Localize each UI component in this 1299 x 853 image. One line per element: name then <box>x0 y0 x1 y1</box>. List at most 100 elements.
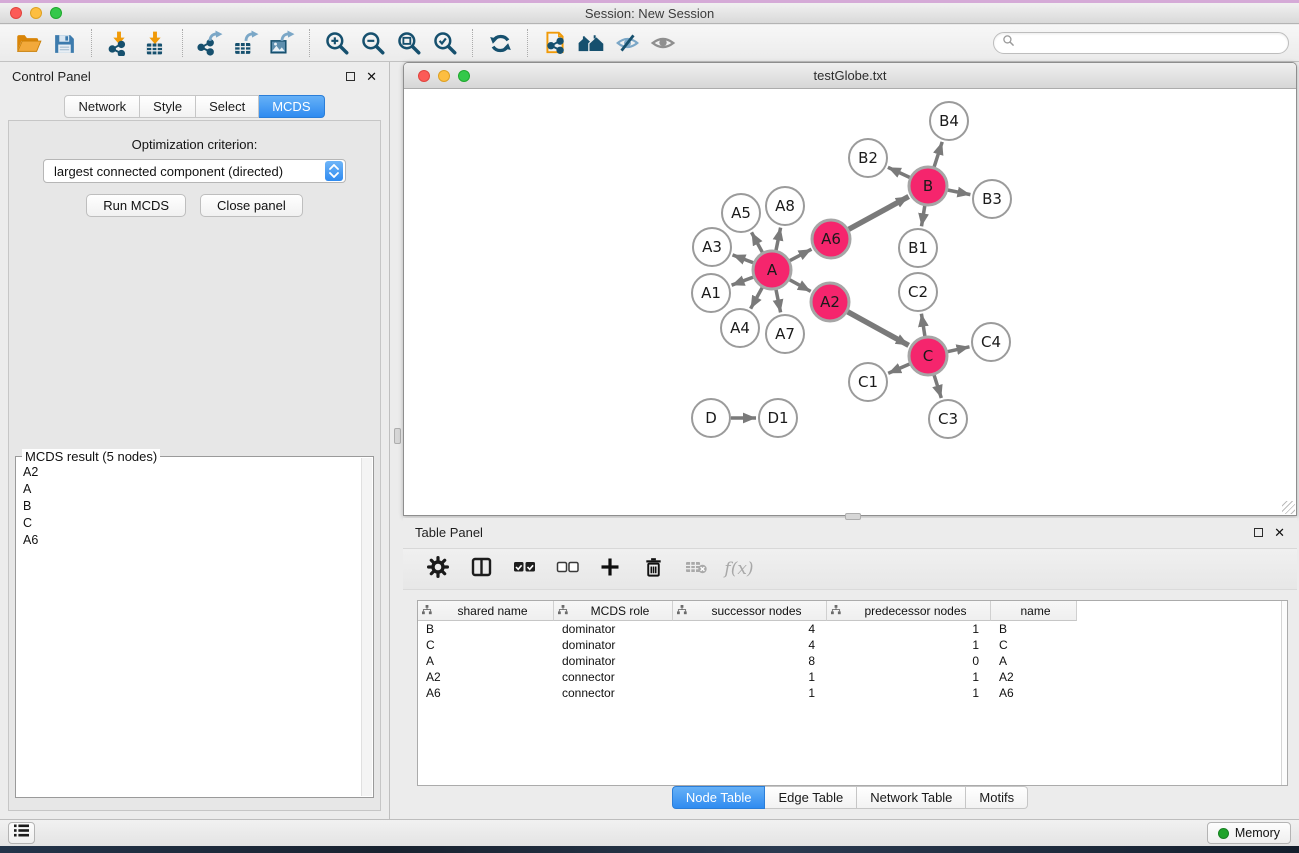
close-network-button[interactable] <box>418 70 430 82</box>
network-window-titlebar[interactable]: testGlobe.txt <box>404 63 1296 89</box>
save-session-button[interactable] <box>46 28 82 58</box>
edge-C-C2[interactable] <box>921 314 925 337</box>
refresh-button[interactable] <box>482 28 518 58</box>
table-scrollbar[interactable] <box>1281 601 1287 785</box>
search-input[interactable] <box>1020 36 1280 50</box>
graph-node-A2[interactable]: A2 <box>811 283 849 321</box>
column-header-name[interactable]: name <box>991 601 1077 621</box>
graph-node-C2[interactable]: C2 <box>899 273 937 311</box>
split-view-button[interactable] <box>464 553 498 585</box>
select-all-checkbox-button[interactable] <box>507 553 541 585</box>
edge-A-A1[interactable] <box>732 277 754 285</box>
edge-C-C1[interactable] <box>888 364 909 373</box>
graph-node-A7[interactable]: A7 <box>766 315 804 353</box>
zoom-in-button[interactable] <box>319 28 355 58</box>
graph-node-D[interactable]: D <box>692 399 730 437</box>
edge-B-B4[interactable] <box>934 142 942 167</box>
table-tab-edge-table[interactable]: Edge Table <box>765 786 857 809</box>
search-box[interactable] <box>993 32 1289 54</box>
graph-node-A3[interactable]: A3 <box>693 228 731 266</box>
delete-column-button[interactable] <box>636 553 670 585</box>
export-table-button[interactable] <box>228 28 264 58</box>
table-row[interactable]: A6connector11A6 <box>418 685 1287 701</box>
table-row[interactable]: Bdominator41B <box>418 621 1287 637</box>
table-tab-motifs[interactable]: Motifs <box>966 786 1028 809</box>
edge-A-A6[interactable] <box>790 249 812 261</box>
edge-B-B3[interactable] <box>948 190 971 195</box>
function-builder-button[interactable]: f(x) <box>722 553 756 585</box>
document-share-button[interactable] <box>537 28 573 58</box>
import-table-button[interactable] <box>137 28 173 58</box>
memory-button[interactable]: Memory <box>1207 822 1291 844</box>
edge-B-B1[interactable] <box>922 206 925 227</box>
tab-select[interactable]: Select <box>196 95 259 118</box>
export-image-button[interactable] <box>264 28 300 58</box>
graph-node-B3[interactable]: B3 <box>973 180 1011 218</box>
add-column-button[interactable] <box>593 553 627 585</box>
graph-node-C3[interactable]: C3 <box>929 400 967 438</box>
tab-mcds[interactable]: MCDS <box>259 95 324 118</box>
edge-B-B2[interactable] <box>888 167 910 177</box>
float-table-panel-icon[interactable] <box>1254 528 1263 537</box>
close-panel-icon[interactable]: ✕ <box>366 70 377 83</box>
graph-node-C[interactable]: C <box>909 337 947 375</box>
mcds-result-item[interactable]: C <box>18 514 360 531</box>
table-row[interactable]: Adominator80A <box>418 653 1287 669</box>
zoom-out-button[interactable] <box>355 28 391 58</box>
houses-button[interactable] <box>573 28 609 58</box>
column-header-successor-nodes[interactable]: successor nodes <box>673 601 827 621</box>
graph-node-A8[interactable]: A8 <box>766 187 804 225</box>
edge-A-A3[interactable] <box>733 255 754 263</box>
minimize-window-button[interactable] <box>30 7 42 19</box>
edge-C-C4[interactable] <box>948 347 970 352</box>
import-network-button[interactable] <box>101 28 137 58</box>
table-tab-network-table[interactable]: Network Table <box>857 786 966 809</box>
edge-A-A2[interactable] <box>790 280 811 292</box>
column-header-shared-name[interactable]: shared name <box>418 601 554 621</box>
table-row[interactable]: A2connector11A2 <box>418 669 1287 685</box>
edge-C-C3[interactable] <box>934 375 941 398</box>
result-scrollbar[interactable] <box>361 458 372 796</box>
edge-A-A7[interactable] <box>776 290 781 313</box>
zoom-fit-button[interactable] <box>391 28 427 58</box>
task-history-button[interactable] <box>8 822 35 844</box>
edge-A-A4[interactable] <box>751 288 763 309</box>
edge-A2-C[interactable] <box>848 312 909 346</box>
delete-table-button[interactable] <box>679 553 713 585</box>
deselect-all-checkbox-button[interactable] <box>550 553 584 585</box>
mcds-result-item[interactable]: B <box>18 497 360 514</box>
close-window-button[interactable] <box>10 7 22 19</box>
edge-A-A8[interactable] <box>776 228 781 251</box>
graph-node-A4[interactable]: A4 <box>721 309 759 347</box>
graph-node-B4[interactable]: B4 <box>930 102 968 140</box>
edge-A-A5[interactable] <box>752 232 763 252</box>
network-canvas[interactable]: B4B2BB3A8A5A6A3B1AC2A1A2A4A7C4CC1DD1C3 <box>404 89 1296 515</box>
graph-node-A5[interactable]: A5 <box>722 194 760 232</box>
zoom-network-button[interactable] <box>458 70 470 82</box>
graph-node-C4[interactable]: C4 <box>972 323 1010 361</box>
zoom-selected-button[interactable] <box>427 28 463 58</box>
export-network-button[interactable] <box>192 28 228 58</box>
graph-node-B1[interactable]: B1 <box>899 229 937 267</box>
eye-button[interactable] <box>645 28 681 58</box>
vertical-splitter-grip[interactable] <box>394 428 401 444</box>
graph-node-C1[interactable]: C1 <box>849 363 887 401</box>
eye-slash-button[interactable] <box>609 28 645 58</box>
criterion-select[interactable]: largest connected component (directed) <box>43 159 346 183</box>
float-panel-icon[interactable] <box>346 72 355 81</box>
tab-network[interactable]: Network <box>64 95 140 118</box>
column-header-predecessor-nodes[interactable]: predecessor nodes <box>827 601 991 621</box>
run-mcds-button[interactable]: Run MCDS <box>86 194 186 217</box>
graph-node-B[interactable]: B <box>909 167 947 205</box>
table-tab-node-table[interactable]: Node Table <box>672 786 766 809</box>
mcds-result-item[interactable]: A2 <box>18 463 360 480</box>
graph-node-D1[interactable]: D1 <box>759 399 797 437</box>
mcds-result-item[interactable]: A6 <box>18 531 360 548</box>
tab-style[interactable]: Style <box>140 95 196 118</box>
mcds-result-item[interactable]: A <box>18 480 360 497</box>
table-row[interactable]: Cdominator41C <box>418 637 1287 653</box>
column-header-mcds-role[interactable]: MCDS role <box>554 601 673 621</box>
minimize-network-button[interactable] <box>438 70 450 82</box>
zoom-window-button[interactable] <box>50 7 62 19</box>
edge-A6-B[interactable] <box>849 197 909 230</box>
